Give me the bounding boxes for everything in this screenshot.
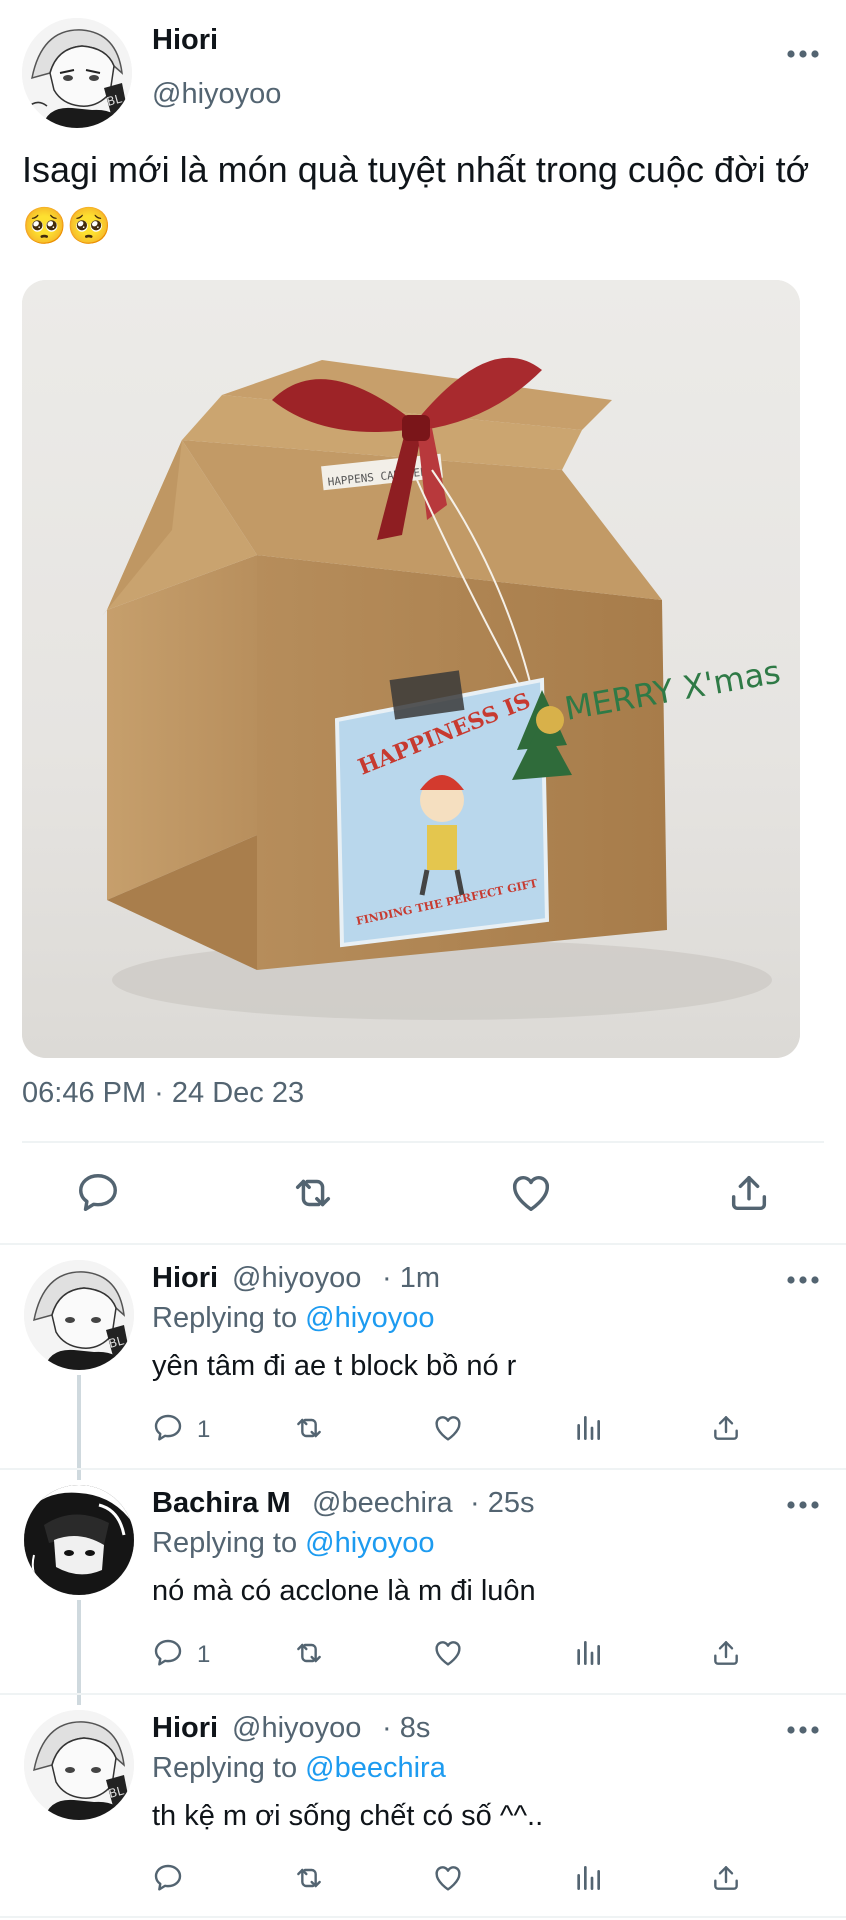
share-icon[interactable] xyxy=(710,1412,742,1444)
like-icon[interactable] xyxy=(432,1862,464,1894)
replying-to-line: Replying to @beechira xyxy=(152,1752,446,1785)
reply-icon[interactable] xyxy=(152,1637,184,1669)
author-name[interactable]: Hiori xyxy=(152,1712,218,1745)
mention-link[interactable]: @beechira xyxy=(305,1752,446,1784)
tweet-timestamp[interactable]: 06:46 PM · 24 Dec 23 xyxy=(22,1077,304,1110)
retweet-icon[interactable] xyxy=(293,1637,325,1669)
share-icon[interactable] xyxy=(726,1170,772,1216)
more-options-icon[interactable] xyxy=(785,1499,821,1511)
reply-text: yên tâm đi ae t block bồ nó r xyxy=(152,1350,517,1382)
analytics-icon[interactable] xyxy=(572,1637,604,1669)
author-handle[interactable]: @beechira xyxy=(312,1487,453,1520)
reply-text: th kệ m ơi sống chết có số ^^.. xyxy=(152,1800,544,1832)
analytics-icon[interactable] xyxy=(572,1412,604,1444)
retweet-icon[interactable] xyxy=(290,1170,336,1216)
avatar[interactable] xyxy=(24,1485,134,1595)
reply-icon[interactable] xyxy=(152,1862,184,1894)
thread-line xyxy=(77,1600,81,1705)
tweet-image[interactable]: HAPPENS CAN HELPS HAPPINESS IS FINDING T… xyxy=(22,280,800,1058)
share-icon[interactable] xyxy=(710,1637,742,1669)
like-icon[interactable] xyxy=(508,1170,554,1216)
author-handle[interactable]: @hiyoyoo xyxy=(232,1712,361,1745)
share-icon[interactable] xyxy=(710,1862,742,1894)
more-options-icon[interactable] xyxy=(785,1274,821,1286)
avatar[interactable]: BL xyxy=(24,1260,134,1370)
reply-icon[interactable] xyxy=(75,1170,121,1216)
author-name[interactable]: Hiori xyxy=(152,1262,218,1295)
replying-to-label: Replying to xyxy=(152,1527,298,1559)
author-name[interactable]: Hiori xyxy=(152,24,218,57)
analytics-icon[interactable] xyxy=(572,1862,604,1894)
like-icon[interactable] xyxy=(432,1637,464,1669)
tweet-time[interactable]: · 8s xyxy=(382,1712,430,1745)
mention-link[interactable]: @hiyoyoo xyxy=(305,1527,434,1559)
divider xyxy=(0,1916,846,1918)
tweet-text: Isagi mới là món quà tuyệt nhất trong cu… xyxy=(22,149,810,246)
avatar[interactable]: BL xyxy=(24,1710,134,1820)
replying-to-line: Replying to @hiyoyoo xyxy=(152,1302,435,1335)
mention-link[interactable]: @hiyoyoo xyxy=(305,1302,434,1334)
reply-count: 1 xyxy=(197,1641,211,1668)
replying-to-label: Replying to xyxy=(152,1752,298,1784)
divider xyxy=(22,1141,824,1143)
author-name[interactable]: Bachira M xyxy=(152,1487,291,1520)
thread-line xyxy=(77,1375,81,1480)
replying-to-line: Replying to @hiyoyoo xyxy=(152,1527,435,1560)
avatar[interactable]: BL xyxy=(22,18,132,128)
reply-text: nó mà có acclone là m đi luôn xyxy=(152,1575,536,1607)
divider xyxy=(0,1468,846,1470)
retweet-icon[interactable] xyxy=(293,1862,325,1894)
tweet-time[interactable]: · 25s xyxy=(470,1487,534,1520)
divider xyxy=(0,1243,846,1245)
retweet-icon[interactable] xyxy=(293,1412,325,1444)
like-icon[interactable] xyxy=(432,1412,464,1444)
author-handle[interactable]: @hiyoyoo xyxy=(152,78,281,111)
reply-icon[interactable] xyxy=(152,1412,184,1444)
author-handle[interactable]: @hiyoyoo xyxy=(232,1262,361,1295)
tweet-time[interactable]: · 1m xyxy=(382,1262,440,1295)
more-options-icon[interactable] xyxy=(785,1724,821,1736)
reply-count: 1 xyxy=(197,1416,211,1443)
divider xyxy=(0,1693,846,1695)
replying-to-label: Replying to xyxy=(152,1302,298,1334)
more-options-icon[interactable] xyxy=(785,48,821,60)
